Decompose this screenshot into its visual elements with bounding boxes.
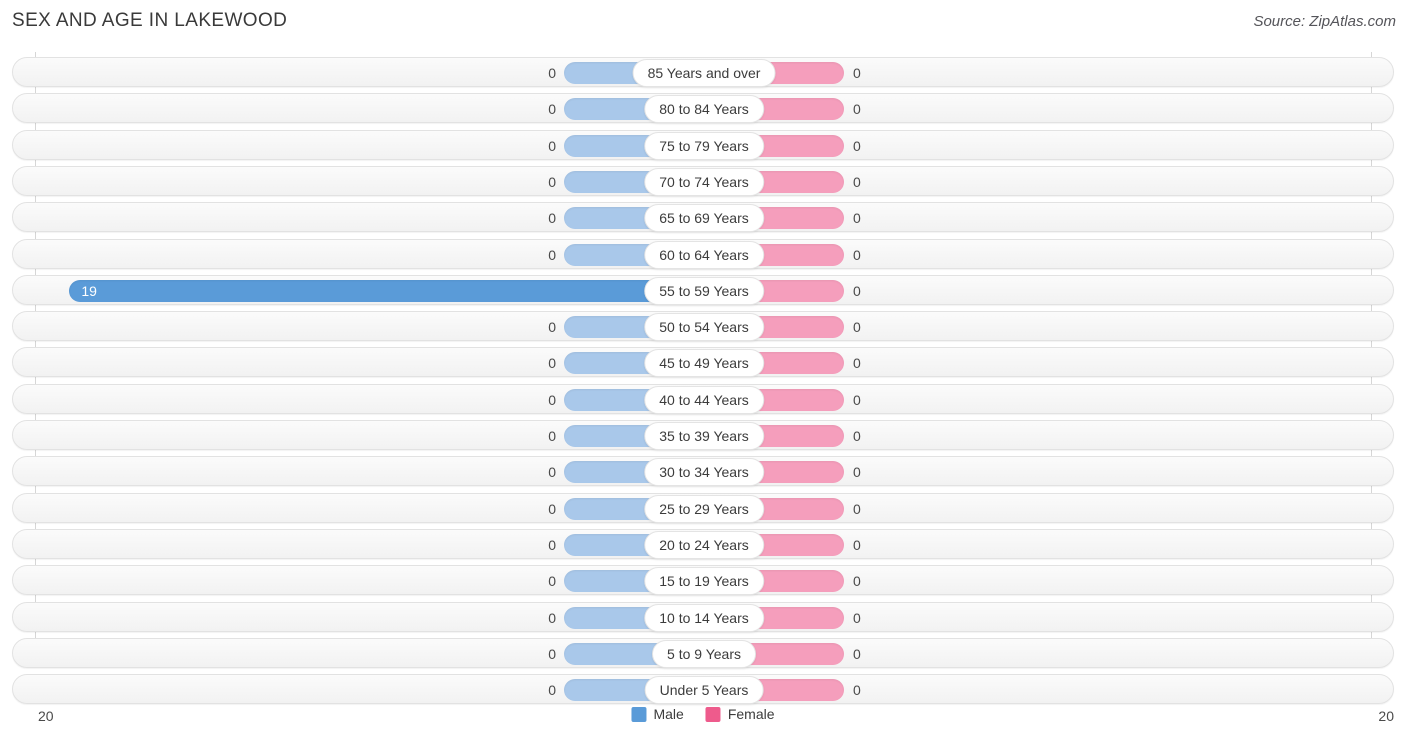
value-label-female: 0 bbox=[853, 137, 861, 154]
value-label-male: 0 bbox=[548, 65, 556, 81]
value-label-female: 0 bbox=[853, 391, 861, 408]
value-label-male: 0 bbox=[548, 210, 556, 227]
age-group-label: 35 to 39 Years bbox=[644, 422, 764, 450]
axis-max-label-left: 20 bbox=[38, 708, 54, 724]
age-group-label: 75 to 79 Years bbox=[644, 131, 764, 160]
table-row: 19 0 55 to 59 Years bbox=[12, 274, 1394, 305]
plot-area: 0 0 85 Years and over 0 0 80 to 84 Years 0 0 75 … bbox=[0, 52, 1406, 705]
value-label-female: 0 bbox=[853, 355, 861, 372]
value-label-female: 0 bbox=[853, 682, 861, 699]
value-label-male: 0 bbox=[548, 173, 556, 190]
age-group-label: 15 to 19 Years bbox=[644, 567, 764, 596]
value-label-male: 0 bbox=[548, 536, 556, 553]
value-label-female: 0 bbox=[853, 65, 861, 81]
chart-legend: Male Female bbox=[631, 706, 775, 722]
value-label-male: 0 bbox=[548, 101, 556, 118]
value-label-female: 0 bbox=[853, 319, 861, 336]
table-row: 0 0 65 to 69 Years bbox=[12, 202, 1394, 233]
age-group-label: 10 to 14 Years bbox=[644, 603, 764, 632]
table-row: 0 0 85 Years and over bbox=[12, 57, 1394, 87]
value-label-female: 0 bbox=[853, 210, 861, 227]
table-row: 0 0 80 to 84 Years bbox=[12, 93, 1394, 124]
legend-item-female[interactable]: Female bbox=[705, 706, 775, 722]
age-group-label: 45 to 49 Years bbox=[644, 349, 764, 378]
table-row: 0 0 5 to 9 Years bbox=[12, 637, 1394, 668]
table-row: 0 0 30 to 34 Years bbox=[12, 456, 1394, 487]
legend-swatch-female-icon bbox=[705, 706, 721, 722]
value-label-male: 0 bbox=[548, 428, 556, 444]
table-row: 0 0 45 to 49 Years bbox=[12, 347, 1394, 378]
table-row: 0 0 70 to 74 Years bbox=[12, 165, 1394, 196]
value-label-female: 0 bbox=[853, 536, 861, 553]
table-row: 0 0 60 to 64 Years bbox=[12, 238, 1394, 269]
source-attribution: Source: ZipAtlas.com bbox=[1253, 13, 1396, 30]
value-label-female: 0 bbox=[853, 173, 861, 190]
legend-label-female: Female bbox=[727, 706, 775, 722]
age-group-label: Under 5 Years bbox=[644, 676, 764, 705]
age-group-label: 65 to 69 Years bbox=[644, 204, 764, 233]
table-row: 0 0 35 to 39 Years bbox=[12, 420, 1394, 450]
age-group-label: 80 to 84 Years bbox=[644, 95, 764, 124]
value-label-female: 0 bbox=[853, 645, 861, 662]
table-row: 0 0 20 to 24 Years bbox=[12, 528, 1394, 559]
age-group-label: 40 to 44 Years bbox=[644, 385, 764, 414]
age-group-label: 25 to 29 Years bbox=[644, 494, 764, 523]
population-pyramid-chart: SEX AND AGE IN LAKEWOOD Source: ZipAtlas… bbox=[0, 0, 1406, 741]
age-group-label: 5 to 9 Years bbox=[652, 639, 756, 668]
value-label-female: 0 bbox=[853, 101, 861, 118]
value-label-male: 0 bbox=[548, 500, 556, 517]
value-label-female: 0 bbox=[853, 282, 861, 299]
value-label-male: 0 bbox=[548, 645, 556, 662]
page-title: SEX AND AGE IN LAKEWOOD bbox=[12, 10, 288, 31]
value-label-female: 0 bbox=[853, 428, 861, 444]
value-label-male: 0 bbox=[548, 464, 556, 481]
age-group-label: 70 to 74 Years bbox=[644, 167, 764, 196]
table-row: 0 0 Under 5 Years bbox=[12, 674, 1394, 705]
table-row: 0 0 15 to 19 Years bbox=[12, 565, 1394, 596]
value-label-female: 0 bbox=[853, 500, 861, 517]
value-label-male: 0 bbox=[548, 682, 556, 699]
age-group-label: 55 to 59 Years bbox=[644, 276, 764, 305]
age-group-label: 60 to 64 Years bbox=[644, 240, 764, 269]
value-label-male: 0 bbox=[548, 609, 556, 626]
bar-male bbox=[69, 279, 704, 302]
value-label-male: 0 bbox=[548, 355, 556, 372]
age-group-label: 30 to 34 Years bbox=[644, 458, 764, 487]
value-label-female: 0 bbox=[853, 464, 861, 481]
legend-swatch-male-icon bbox=[631, 706, 647, 722]
value-label-male: 0 bbox=[548, 137, 556, 154]
value-label-female: 0 bbox=[853, 609, 861, 626]
value-label-female: 0 bbox=[853, 246, 861, 263]
table-row: 0 0 10 to 14 Years bbox=[12, 601, 1394, 632]
axis-max-label-right: 20 bbox=[1378, 708, 1394, 724]
table-row: 0 0 50 to 54 Years bbox=[12, 311, 1394, 342]
value-label-male: 0 bbox=[548, 246, 556, 263]
value-label-male: 0 bbox=[548, 319, 556, 336]
value-label-male: 0 bbox=[548, 573, 556, 590]
table-row: 0 0 75 to 79 Years bbox=[12, 129, 1394, 160]
table-row: 0 0 40 to 44 Years bbox=[12, 383, 1394, 414]
age-group-label: 20 to 24 Years bbox=[644, 530, 764, 559]
age-group-label: 50 to 54 Years bbox=[644, 313, 764, 342]
legend-item-male[interactable]: Male bbox=[631, 706, 684, 722]
value-label-female: 0 bbox=[853, 573, 861, 590]
table-row: 0 0 25 to 29 Years bbox=[12, 492, 1394, 523]
value-label-male: 0 bbox=[548, 391, 556, 408]
age-group-label: 85 Years and over bbox=[632, 59, 776, 87]
value-label-male: 19 bbox=[81, 282, 97, 299]
legend-label-male: Male bbox=[653, 706, 684, 722]
